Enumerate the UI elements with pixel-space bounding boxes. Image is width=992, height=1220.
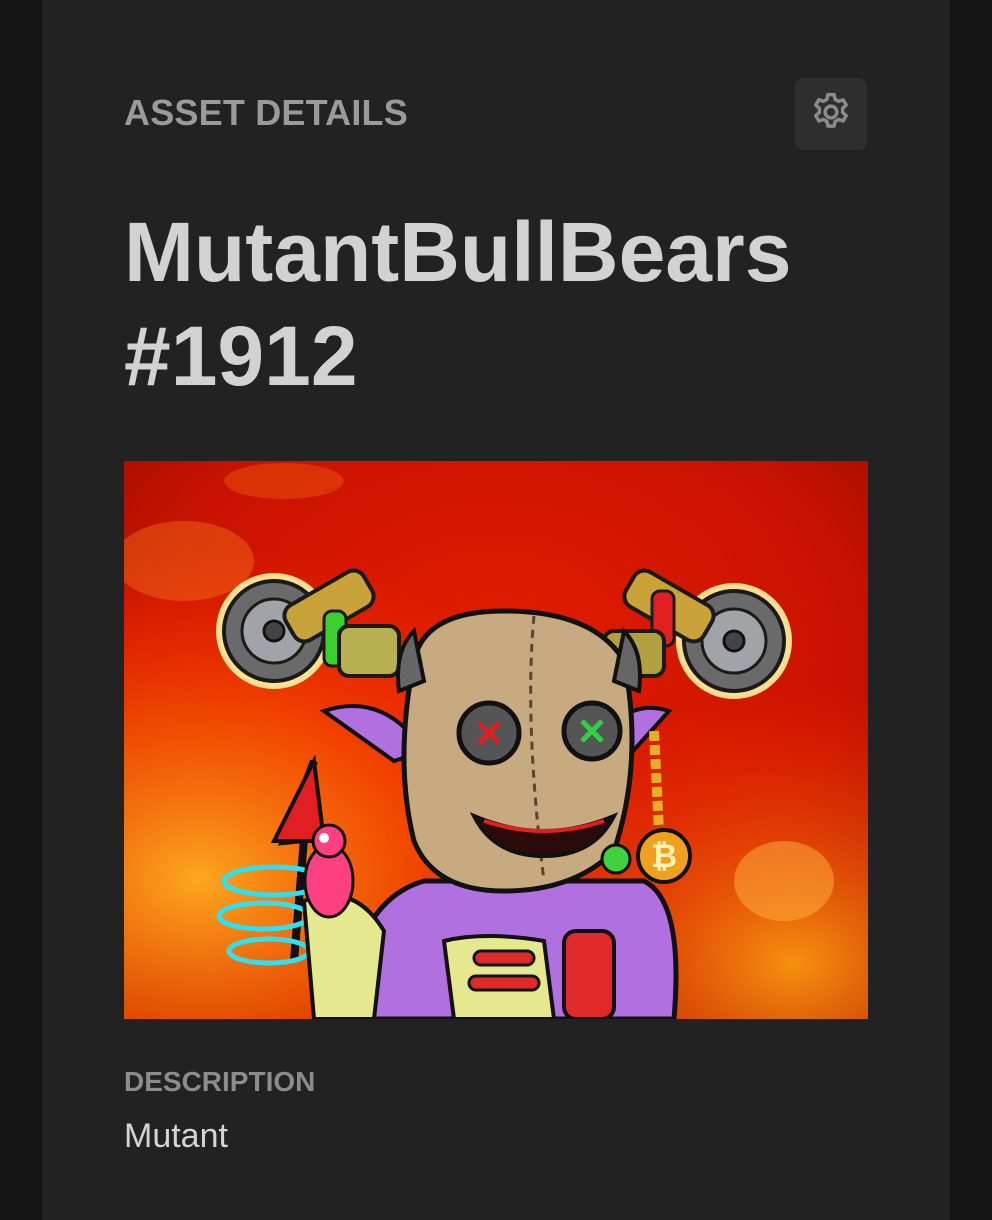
- gear-icon: [809, 90, 853, 139]
- asset-details-card: ASSET DETAILS MutantBullBears #1912 ₿ DE…: [42, 0, 950, 1220]
- asset-title: MutantBullBears #1912: [124, 200, 884, 408]
- description-value: Mutant: [124, 1117, 228, 1155]
- nft-image[interactable]: ₿: [124, 461, 868, 1019]
- description-label: DESCRIPTION: [124, 1066, 316, 1097]
- section-label: ASSET DETAILS: [124, 92, 408, 133]
- settings-button[interactable]: [795, 78, 867, 150]
- asset-title-number: #1912: [124, 309, 358, 403]
- svg-text:₿: ₿: [651, 838, 677, 874]
- asset-title-name: MutantBullBears: [124, 205, 792, 299]
